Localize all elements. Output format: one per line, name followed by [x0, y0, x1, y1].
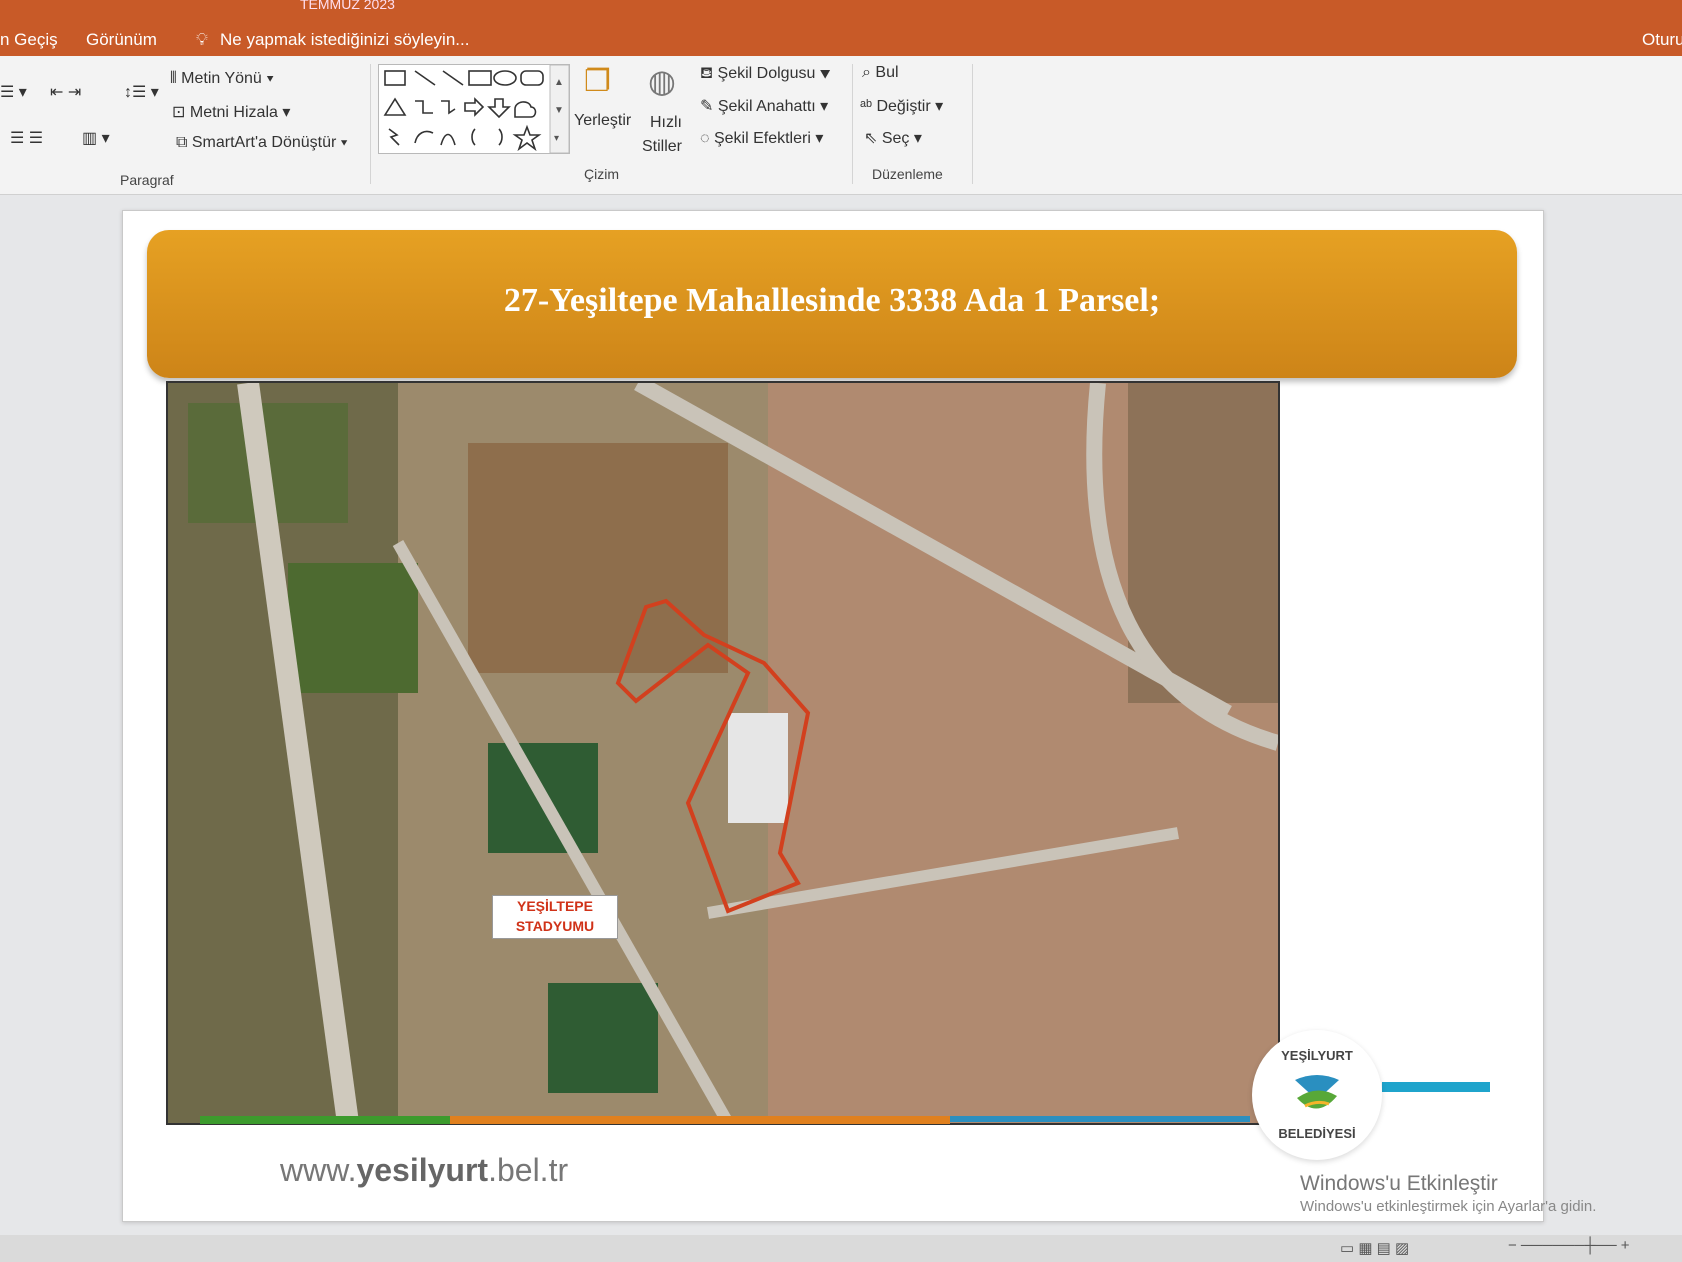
lightbulb-icon: 💡︎	[196, 30, 208, 49]
quick-styles-button-line2[interactable]: Stiller	[642, 138, 682, 156]
logo-emblem-icon	[1295, 1075, 1339, 1109]
logo-bottom-text: BELEDİYESİ	[1278, 1126, 1356, 1141]
divider	[370, 64, 371, 184]
ribbon: ☰ ▾ ⇤ ⇥ ↕☰ ▾ ☰ ☰ ▥ ▾ ⫴ Metin Yönü ▾ ⊡ Me…	[0, 56, 1682, 195]
quick-styles-icon[interactable]: ◍	[648, 62, 676, 100]
menu-bar: n Geçiş Görünüm 💡︎ Ne yapmak istediğiniz…	[0, 30, 1682, 56]
list-icon[interactable]: ☰ ▾	[0, 82, 27, 102]
windows-activation-title: Windows'u Etkinleştir	[1300, 1172, 1498, 1195]
windows-activation-subtitle: Windows'u etkinleştirmek için Ayarlar'a …	[1300, 1198, 1597, 1215]
status-bar: ▭ ▦ ▤ ▨ − ──────┼── +	[0, 1235, 1682, 1262]
stadium-label: YEŞİLTEPE STADYUMU	[492, 895, 618, 939]
share-button[interactable]: Oturu	[1642, 30, 1682, 50]
editing-group-label: Düzenleme	[872, 166, 943, 182]
municipality-logo: YEŞİLYURT BELEDİYESİ	[1252, 1030, 1382, 1160]
shapes-gallery[interactable]: ▲ ▼ ▾	[378, 64, 570, 154]
arrange-icon[interactable]: ❐	[584, 64, 611, 99]
logo-top-text: YEŞİLYURT	[1281, 1048, 1353, 1063]
arrange-button[interactable]: Yerleştir	[574, 112, 631, 130]
zoom-slider[interactable]: − ──────┼── +	[1508, 1237, 1630, 1254]
indent-icon[interactable]: ⇤ ⇥	[50, 82, 81, 102]
window-title: TEMMUZ 2023	[300, 0, 395, 12]
svg-text:▲: ▲	[554, 77, 564, 88]
divider	[852, 64, 853, 184]
drawing-group-label: Çizim	[584, 166, 619, 182]
align-icon[interactable]: ☰ ☰	[10, 128, 43, 148]
quick-styles-button-line1[interactable]: Hızlı	[650, 114, 682, 132]
text-direction-button[interactable]: ⫴ Metin Yönü ▾	[170, 70, 274, 88]
footer-stripe-green	[200, 1116, 450, 1124]
find-button[interactable]: ⌕ Bul	[862, 64, 899, 82]
replace-button[interactable]: ᵃᵇ Değiştir ▾	[860, 96, 943, 116]
footer-stripe-blue-right	[1382, 1082, 1490, 1092]
footer-stripe-blue	[950, 1116, 1250, 1122]
shape-effects-button[interactable]: ◌ Şekil Efektleri ▾	[700, 128, 823, 148]
svg-text:▼: ▼	[554, 105, 564, 116]
svg-text:▾: ▾	[554, 133, 559, 144]
website-url: www.yesilyurt.bel.tr	[280, 1152, 569, 1188]
aerial-map	[166, 381, 1280, 1125]
title-banner: 27-Yeşiltepe Mahallesinde 3338 Ada 1 Par…	[147, 230, 1517, 378]
tab-transitions[interactable]: n Geçiş	[0, 30, 58, 50]
footer-stripe-orange	[450, 1116, 950, 1124]
slide-title: 27-Yeşiltepe Mahallesinde 3338 Ada 1 Par…	[503, 282, 1161, 319]
tell-me-search[interactable]: Ne yapmak istediğinizi söyleyin...	[220, 30, 469, 50]
divider	[972, 64, 973, 184]
align-text-button[interactable]: ⊡ Metni Hizala ▾	[172, 102, 290, 122]
line-spacing-icon[interactable]: ↕☰ ▾	[124, 82, 159, 102]
stadium-label-line2: STADYUMU	[515, 918, 595, 934]
shape-fill-button[interactable]: ⛾ Şekil Dolgusu ▾	[700, 64, 831, 84]
paragraph-group-label: Paragraf	[120, 172, 174, 188]
shape-outline-button[interactable]: ✎ Şekil Anahattı ▾	[700, 96, 828, 116]
tab-view[interactable]: Görünüm	[86, 30, 157, 50]
select-button[interactable]: ⇖ Seç ▾	[864, 128, 922, 148]
stadium-label-line1: YEŞİLTEPE	[517, 898, 593, 914]
view-buttons[interactable]: ▭ ▦ ▤ ▨	[1340, 1239, 1409, 1257]
smartart-button[interactable]: ⧉ SmartArt'a Dönüştür ▾	[176, 134, 347, 152]
columns-icon[interactable]: ▥ ▾	[82, 128, 110, 148]
